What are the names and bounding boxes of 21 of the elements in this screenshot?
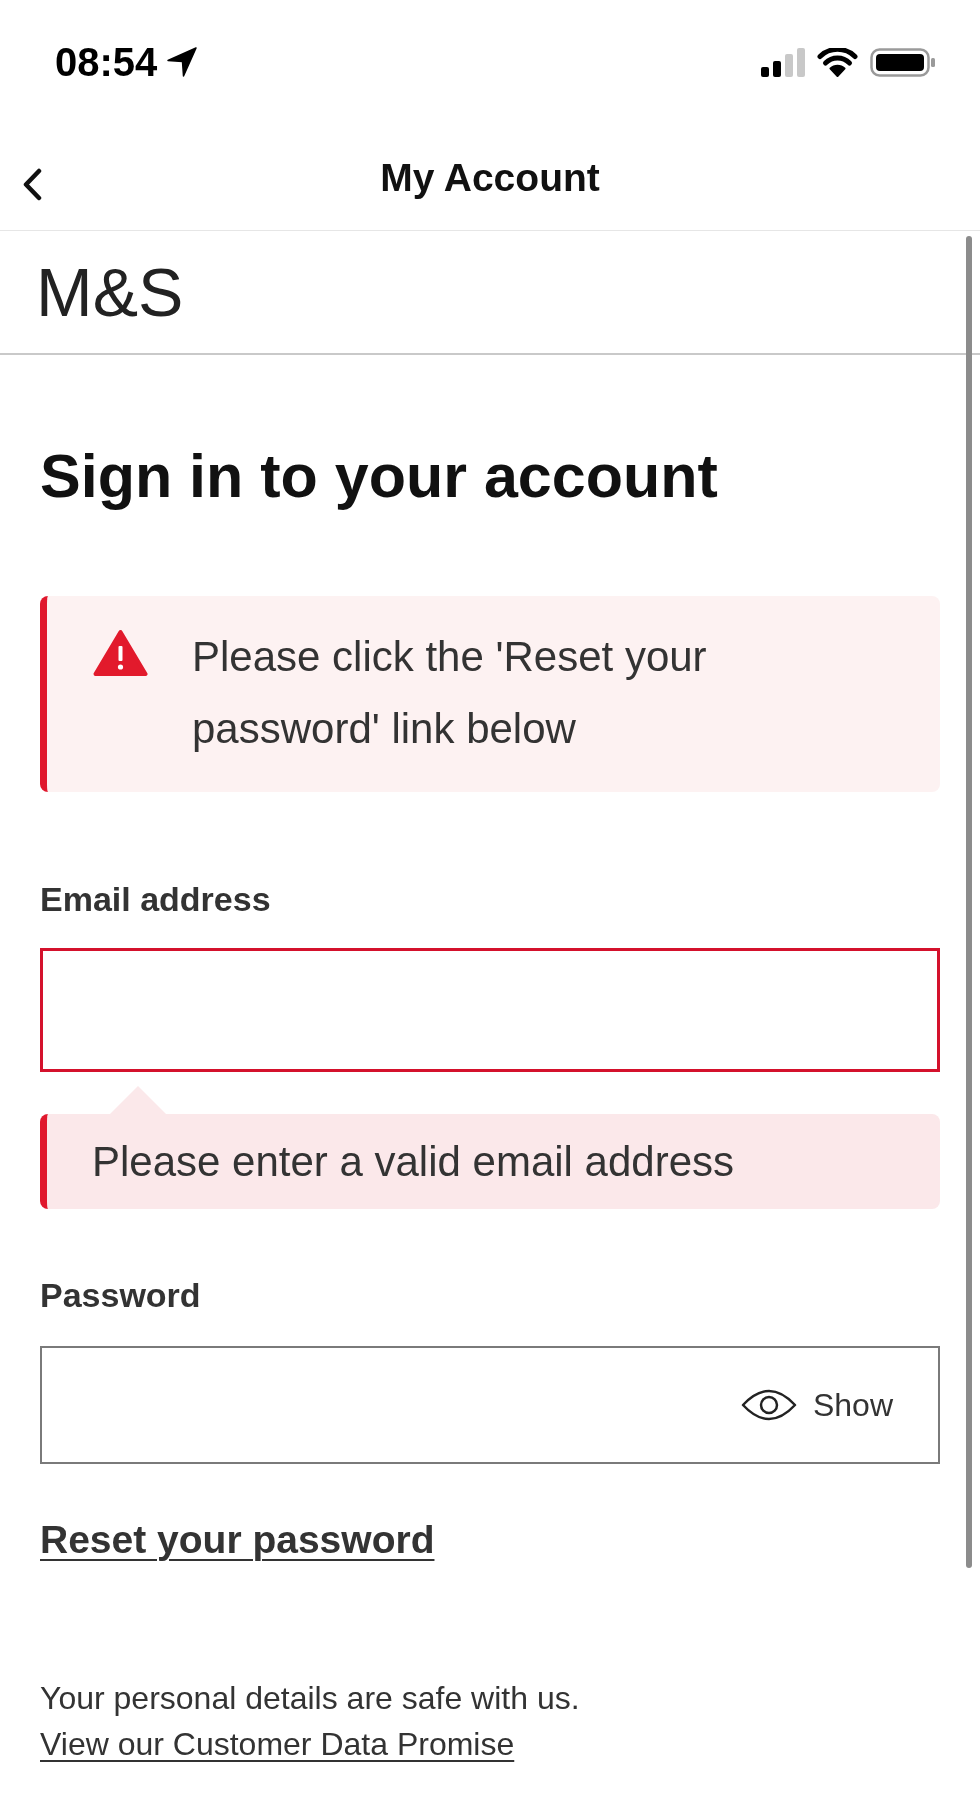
brand-logo: M&S (36, 258, 184, 326)
eye-icon (740, 1387, 797, 1423)
email-field[interactable] (40, 948, 940, 1072)
chevron-left-icon (22, 167, 42, 201)
alert-message: Please click the 'Reset your password' link below (192, 632, 708, 754)
signal-icon (761, 47, 805, 77)
password-label: Password (40, 1275, 201, 1315)
customer-data-promise-link[interactable]: View our Customer Data Promise (40, 1726, 515, 1762)
email-label: Email address (40, 879, 271, 919)
warning-icon (93, 629, 148, 677)
privacy-note: Your personal details are safe with us. View our Customer Data Promise (40, 1679, 581, 1764)
error-message: Please enter a valid email address (92, 1136, 735, 1187)
password-field[interactable]: Show (40, 1346, 940, 1464)
show-password-button[interactable]: Show (740, 1387, 893, 1423)
clock-time: 08:54 (55, 42, 158, 82)
nav-title: My Account (380, 157, 600, 197)
page-heading: Sign in to your account (40, 441, 718, 511)
reset-password-link[interactable]: Reset your password (40, 1516, 435, 1564)
battery-icon (870, 47, 936, 77)
location-arrow-icon (167, 47, 198, 77)
wifi-icon (817, 47, 858, 77)
